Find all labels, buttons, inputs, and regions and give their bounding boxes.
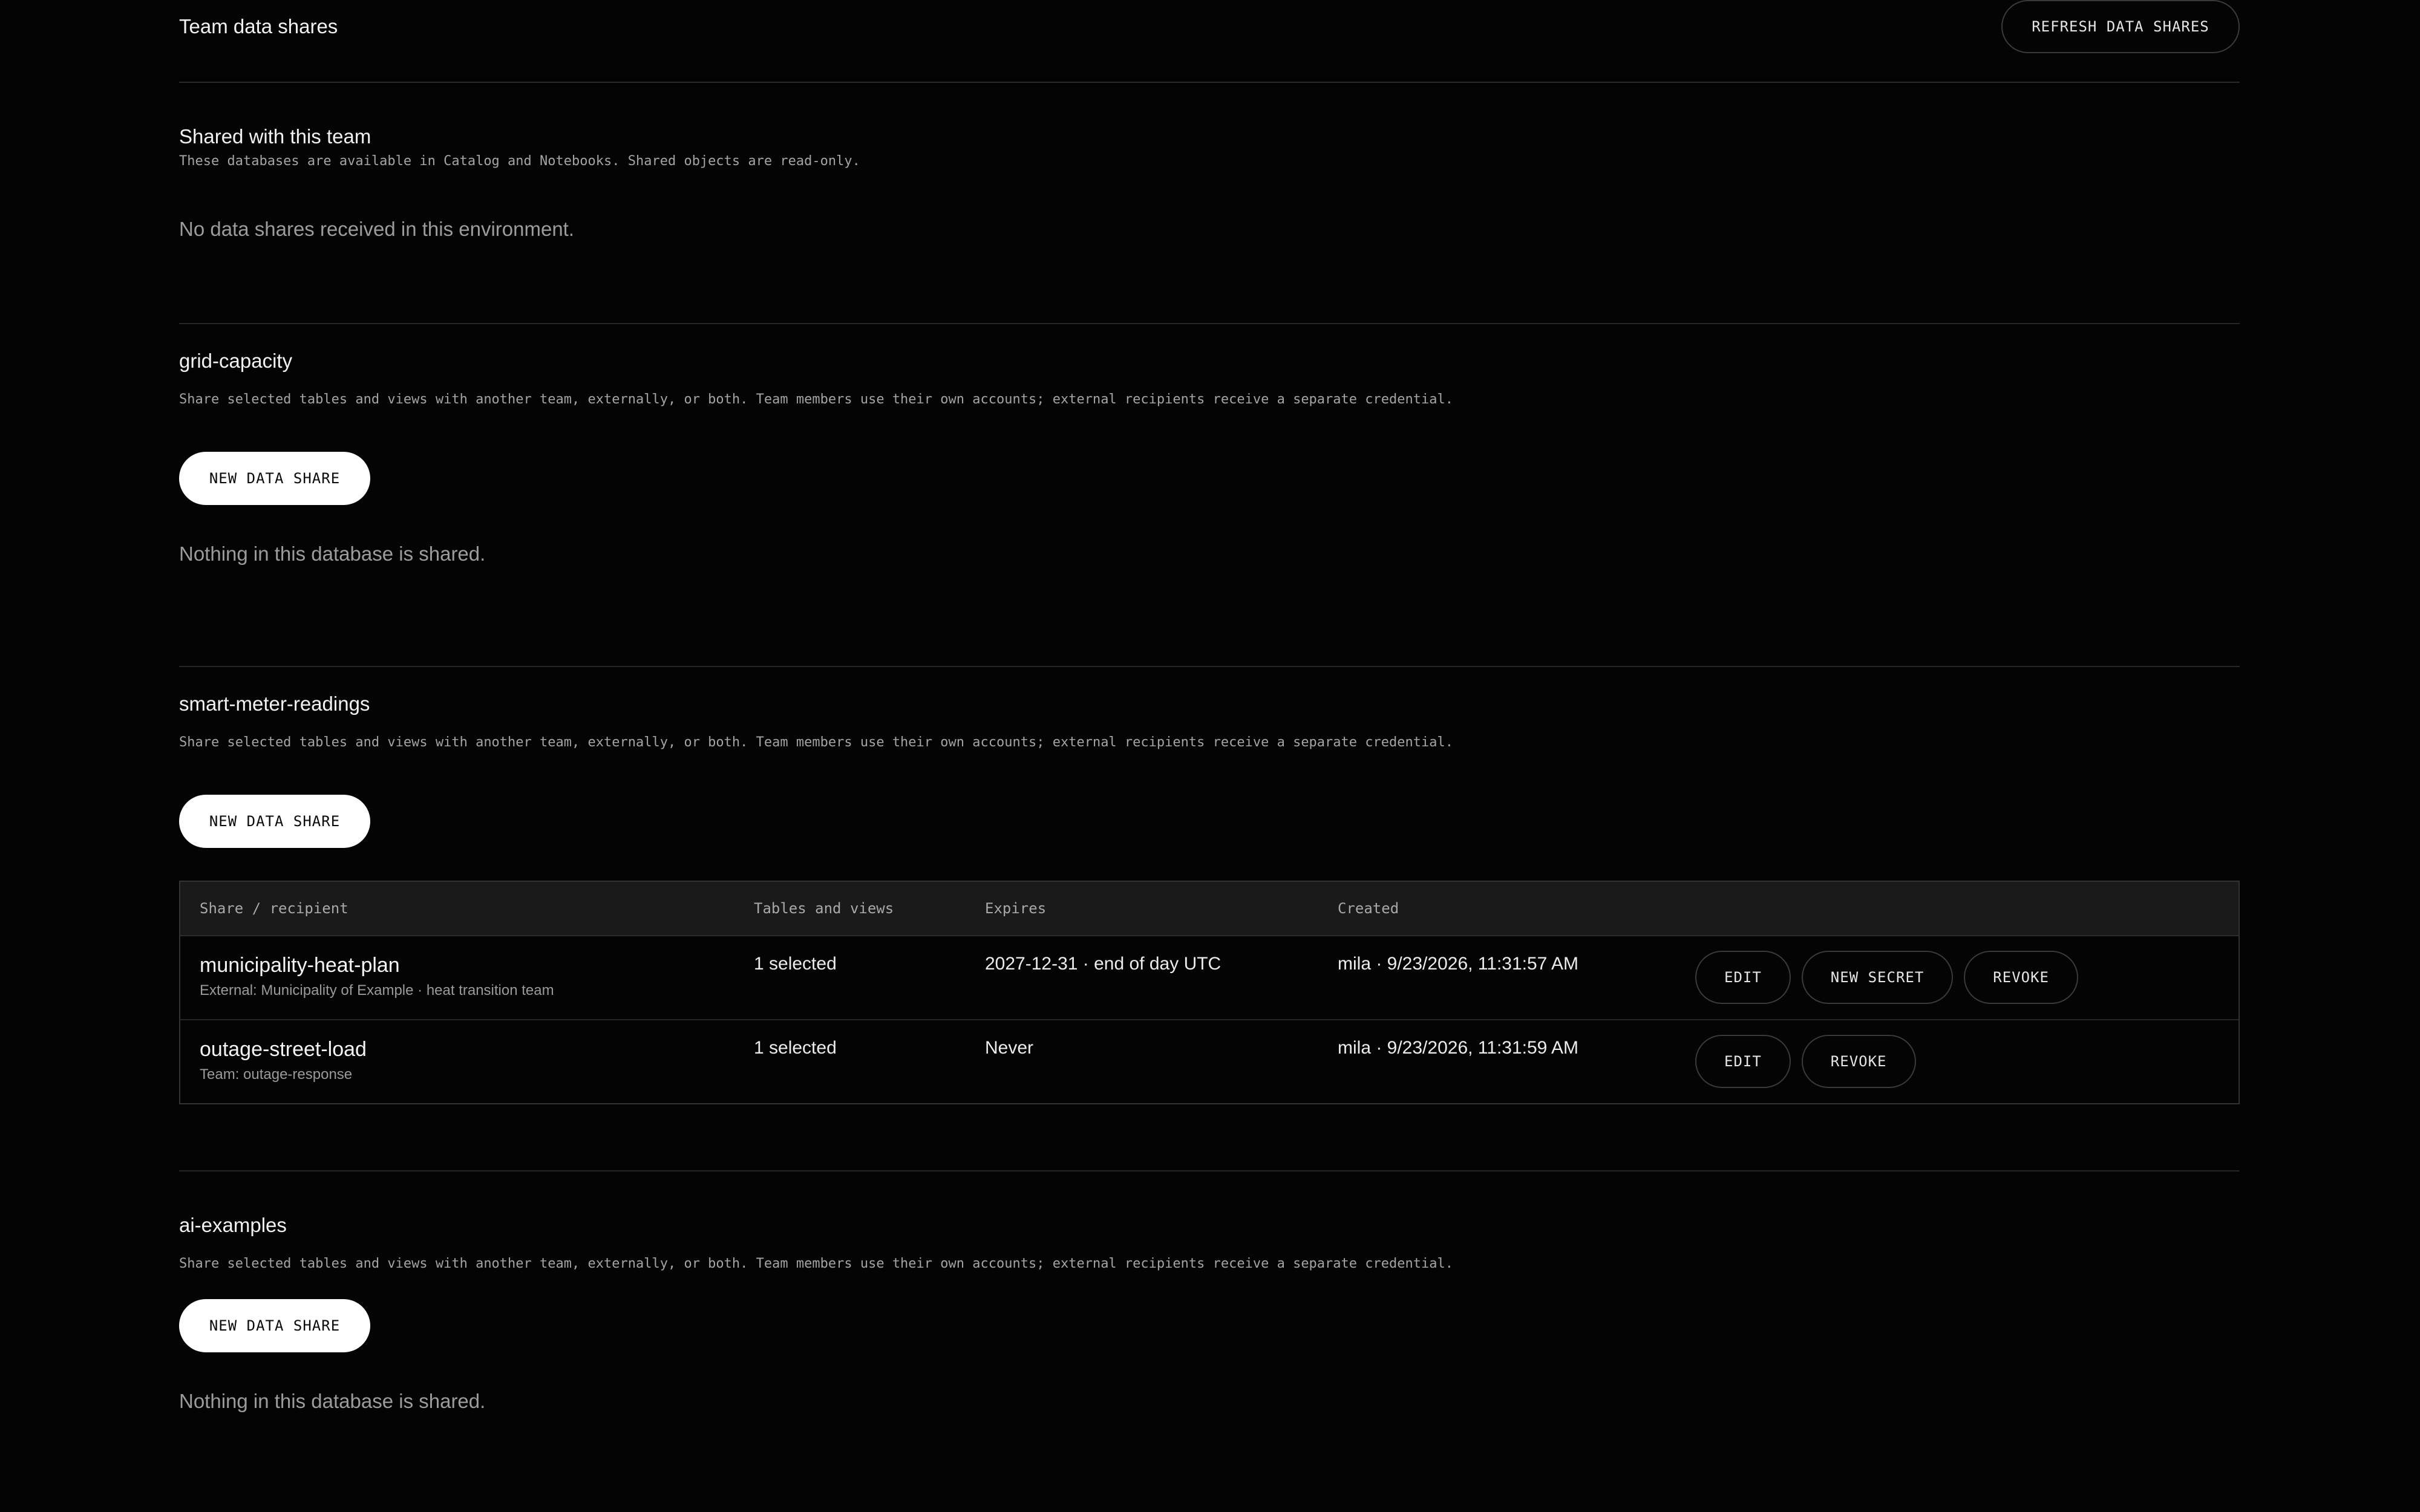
refresh-data-shares-button[interactable]: REFRESH DATA SHARES — [2001, 0, 2240, 53]
share-tables: 1 selected — [754, 1038, 837, 1058]
section-description: These databases are available in Catalog… — [179, 154, 860, 169]
table-row: outage-street-load Team: outage-response… — [180, 1020, 2238, 1103]
empty-state-text: Nothing in this database is shared. — [179, 1390, 486, 1412]
share-recipient: External: Municipality of Example · heat… — [200, 982, 554, 999]
column-header-expires: Expires — [985, 900, 1047, 917]
shares-table: Share / recipient Tables and views Expir… — [179, 881, 2240, 1104]
edit-button[interactable]: EDIT — [1695, 1035, 1791, 1088]
revoke-button[interactable]: REVOKE — [1964, 951, 2078, 1004]
share-created: mila · 9/23/2026, 11:31:57 AM — [1338, 954, 1579, 974]
row-actions: EDIT REVOKE — [1695, 1035, 1916, 1088]
share-name: municipality-heat-plan — [200, 954, 400, 977]
database-name: smart-meter-readings — [179, 692, 370, 715]
database-description: Share selected tables and views with ano… — [179, 1256, 1453, 1271]
column-header-created: Created — [1338, 900, 1399, 917]
shared-with-team-section: Shared with this team These databases ar… — [179, 83, 2240, 324]
new-data-share-button[interactable]: NEW DATA SHARE — [179, 452, 370, 505]
revoke-button[interactable]: REVOKE — [1801, 1035, 1916, 1088]
database-section-smart-meter-readings: smart-meter-readings Share selected tabl… — [179, 667, 2240, 1171]
share-expires: 2027-12-31 · end of day UTC — [985, 954, 1221, 974]
share-created: mila · 9/23/2026, 11:31:59 AM — [1338, 1038, 1579, 1058]
row-actions: EDIT NEW SECRET REVOKE — [1695, 951, 2078, 1004]
database-name: ai-examples — [179, 1214, 287, 1236]
empty-state-text: Nothing in this database is shared. — [179, 543, 486, 565]
new-data-share-button[interactable]: NEW DATA SHARE — [179, 795, 370, 848]
share-tables: 1 selected — [754, 954, 837, 974]
edit-button[interactable]: EDIT — [1695, 951, 1791, 1004]
database-section-ai-examples: ai-examples Share selected tables and vi… — [179, 1171, 2240, 1512]
empty-state-text: No data shares received in this environm… — [179, 218, 575, 240]
table-row: municipality-heat-plan External: Municip… — [180, 936, 2238, 1020]
data-shares-page: Team data shares REFRESH DATA SHARES Sha… — [179, 0, 2240, 1512]
share-name: outage-street-load — [200, 1038, 367, 1061]
database-description: Share selected tables and views with ano… — [179, 392, 1453, 407]
database-description: Share selected tables and views with ano… — [179, 735, 1453, 750]
column-header-tables-views: Tables and views — [754, 900, 894, 917]
table-header: Share / recipient Tables and views Expir… — [180, 882, 2238, 936]
page-title: Team data shares — [179, 15, 338, 37]
share-recipient: Team: outage-response — [200, 1066, 353, 1083]
new-data-share-button[interactable]: NEW DATA SHARE — [179, 1299, 370, 1352]
database-section-grid-capacity: grid-capacity Share selected tables and … — [179, 324, 2240, 667]
column-header-share-recipient: Share / recipient — [200, 900, 348, 917]
page-header: Team data shares REFRESH DATA SHARES — [179, 0, 2240, 83]
new-secret-button[interactable]: NEW SECRET — [1801, 951, 1954, 1004]
share-expires: Never — [985, 1038, 1034, 1058]
database-name: grid-capacity — [179, 350, 293, 372]
section-title: Shared with this team — [179, 125, 371, 148]
